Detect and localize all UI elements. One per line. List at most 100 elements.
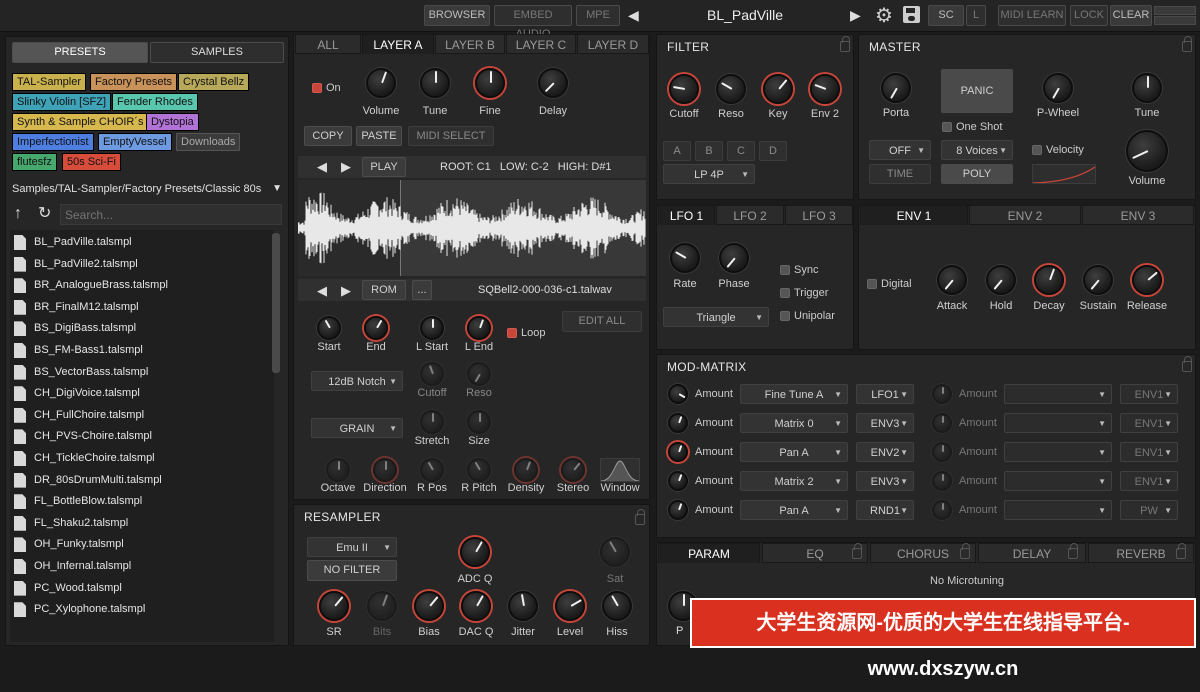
tab-param[interactable]: PARAM <box>658 543 760 563</box>
mpe-button[interactable]: MPE <box>576 5 620 26</box>
mod-amount-knob-2[interactable] <box>932 471 952 491</box>
file-list-item[interactable]: OH_Infernal.talsmpl <box>14 556 266 577</box>
size-knob[interactable] <box>467 410 491 434</box>
lfo-trigger-checkbox[interactable] <box>780 288 790 298</box>
sat-knob[interactable] <box>600 537 630 567</box>
mod-target-dropdown[interactable]: Matrix 2 <box>740 471 848 492</box>
mod-source-dropdown[interactable]: RND1 <box>856 500 914 521</box>
tab-env3[interactable]: ENV 3 <box>1082 205 1194 225</box>
edit-all-button[interactable]: EDIT ALL <box>562 311 642 332</box>
lfo-rate-knob[interactable] <box>670 243 700 273</box>
embed-audio-button[interactable]: EMBED AUDIO <box>494 5 572 40</box>
midi-select-button[interactable]: MIDI SELECT <box>408 126 494 146</box>
prev-file-icon[interactable]: ◀ <box>317 283 327 299</box>
tag-downloads[interactable]: Downloads <box>176 133 241 151</box>
lfo-wave-dropdown[interactable]: Triangle <box>663 307 769 328</box>
next-preset-icon[interactable]: ▶ <box>850 7 861 24</box>
tag-imperfectionist[interactable]: Imperfectionist <box>12 133 94 151</box>
tab-layer-c[interactable]: LAYER C <box>506 34 576 54</box>
file-list-item[interactable]: DR_80sDrumMulti.talsmpl <box>14 470 266 491</box>
master-tune-knob[interactable] <box>1132 73 1162 103</box>
lstart-knob[interactable] <box>420 316 444 340</box>
save-icon[interactable] <box>903 6 920 23</box>
layer-on-checkbox[interactable] <box>312 83 322 93</box>
lfo-unipolar-checkbox[interactable] <box>780 311 790 321</box>
filter-mode-c[interactable]: C <box>727 141 755 161</box>
clear-button[interactable]: CLEAR <box>1110 5 1152 26</box>
mod-source-dropdown[interactable]: ENV3 <box>856 413 914 434</box>
tab-layer-b[interactable]: LAYER B <box>435 34 505 54</box>
file-list-item[interactable]: BL_PadVille.talsmpl <box>14 232 266 253</box>
layer-filter-type-dropdown[interactable]: 12dB Notch <box>311 371 403 392</box>
mod-amount-knob[interactable] <box>668 500 688 520</box>
eq-lock-icon[interactable] <box>852 543 862 559</box>
master-volume-knob[interactable] <box>1126 130 1168 172</box>
mod-target-dropdown-2[interactable] <box>1004 500 1112 521</box>
filter-env2-knob[interactable] <box>810 74 840 104</box>
mod-source-dropdown[interactable]: ENV3 <box>856 471 914 492</box>
dacq-knob[interactable] <box>461 591 491 621</box>
tune-knob[interactable] <box>420 68 450 98</box>
file-list-item[interactable]: BR_AnalogueBrass.talsmpl <box>14 275 266 296</box>
file-list-item[interactable]: BR_FinalM12.talsmpl <box>14 297 266 318</box>
grain-mode-dropdown[interactable]: GRAIN <box>311 418 403 439</box>
chorus-lock-icon[interactable] <box>960 543 970 559</box>
tab-lfo1[interactable]: LFO 1 <box>658 205 715 225</box>
loop-checkbox[interactable] <box>507 328 517 338</box>
rom-button[interactable]: ROM <box>362 280 406 300</box>
tag-slinky-violin[interactable]: Slinky Violin [SFZ] <box>12 93 112 111</box>
mod-amount-knob-2[interactable] <box>932 442 952 462</box>
prev-preset-icon[interactable]: ◀ <box>628 7 639 24</box>
velocity-curve[interactable] <box>1032 164 1096 184</box>
porta-knob[interactable] <box>881 73 911 103</box>
mod-amount-knob[interactable] <box>668 442 688 462</box>
file-list-item[interactable]: CH_FullChoire.talsmpl <box>14 405 266 426</box>
up-folder-icon[interactable]: ↑ <box>14 205 22 223</box>
preset-name[interactable]: BL_PadVille <box>660 7 830 23</box>
copy-button[interactable]: COPY <box>304 126 352 146</box>
delay-knob[interactable] <box>538 68 568 98</box>
voices-dropdown[interactable]: 8 Voices <box>941 140 1013 161</box>
hiss-knob[interactable] <box>602 591 632 621</box>
mod-amount-knob-2[interactable] <box>932 384 952 404</box>
mod-target-dropdown-2[interactable] <box>1004 384 1112 405</box>
filter-mode-a[interactable]: A <box>663 141 691 161</box>
lfo-phase-knob[interactable] <box>719 243 749 273</box>
file-list-item[interactable]: FL_BottleBlow.talsmpl <box>14 491 266 512</box>
decay-knob[interactable] <box>1034 265 1064 295</box>
tab-env2[interactable]: ENV 2 <box>969 205 1081 225</box>
stereo-knob[interactable] <box>561 458 585 482</box>
mod-source-dropdown-2[interactable]: ENV1 <box>1120 471 1178 492</box>
resampler-model-dropdown[interactable]: Emu II <box>307 537 397 558</box>
master-lock-icon[interactable] <box>1182 36 1192 52</box>
mod-amount-knob[interactable] <box>668 471 688 491</box>
velocity-checkbox[interactable] <box>1032 145 1042 155</box>
no-filter-button[interactable]: NO FILTER <box>307 560 397 581</box>
gear-icon[interactable]: ⚙ <box>875 3 893 28</box>
mod-target-dropdown-2[interactable] <box>1004 442 1112 463</box>
lend-knob[interactable] <box>467 316 491 340</box>
mod-source-dropdown-2[interactable]: PW <box>1120 500 1178 521</box>
file-list-item[interactable]: CH_PVS-Choire.talsmpl <box>14 426 266 447</box>
file-list-item[interactable]: BS_VectorBass.talsmpl <box>14 362 266 383</box>
l-button[interactable]: L <box>966 5 986 26</box>
file-list-item[interactable]: PC_Wood.talsmpl <box>14 578 266 599</box>
mod-amount-knob[interactable] <box>668 413 688 433</box>
mod-target-dropdown[interactable]: Matrix 0 <box>740 413 848 434</box>
volume-knob[interactable] <box>366 68 396 98</box>
tab-all[interactable]: ALL <box>295 34 361 54</box>
refresh-icon[interactable]: ↻ <box>38 203 51 223</box>
env-digital-checkbox[interactable] <box>867 279 877 289</box>
filter-mode-d[interactable]: D <box>759 141 787 161</box>
adcq-knob[interactable] <box>460 537 490 567</box>
bias-knob[interactable] <box>414 591 444 621</box>
jitter-knob[interactable] <box>508 591 538 621</box>
search-input[interactable] <box>60 204 282 225</box>
poly-button[interactable]: POLY <box>941 164 1013 184</box>
midi-learn-button[interactable]: MIDI LEARN <box>998 5 1066 26</box>
tag-emptyvessel[interactable]: EmptyVessel <box>98 133 172 151</box>
mod-amount-knob-2[interactable] <box>932 500 952 520</box>
tag-fender-rhodes[interactable]: Fender Rhodes <box>112 93 198 111</box>
mod-source-dropdown-2[interactable]: ENV1 <box>1120 384 1178 405</box>
tag-factory-presets[interactable]: Factory Presets <box>90 73 178 91</box>
